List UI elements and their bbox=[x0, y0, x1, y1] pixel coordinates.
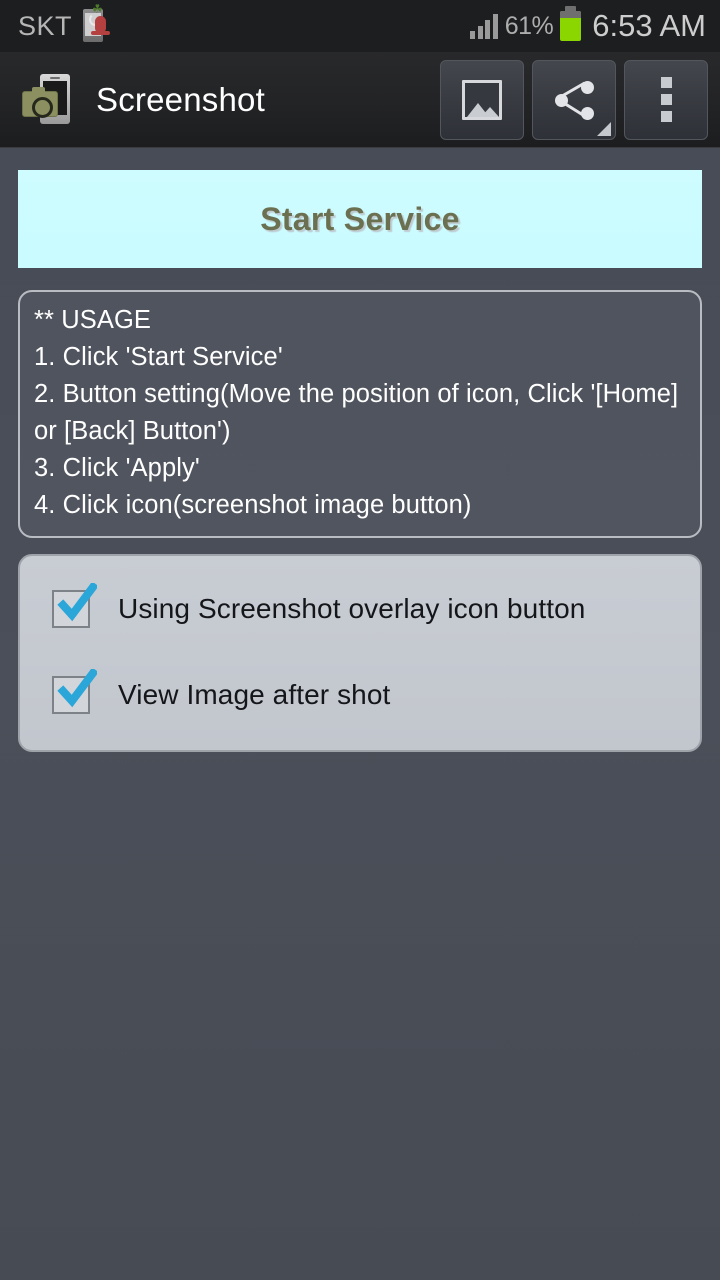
checkbox-overlay-icon[interactable] bbox=[52, 583, 97, 628]
overflow-menu-icon bbox=[660, 77, 672, 122]
main-content: Start Service ** USAGE 1. Click 'Start S… bbox=[0, 148, 720, 752]
option-label: Using Screenshot overlay icon button bbox=[118, 593, 586, 624]
start-service-button[interactable]: Start Service bbox=[18, 170, 702, 268]
checkmark-icon bbox=[57, 669, 97, 708]
gallery-button[interactable] bbox=[440, 59, 524, 140]
battery-percent-label: 61% bbox=[504, 11, 554, 40]
signal-bars-icon bbox=[470, 13, 498, 39]
option-label: View Image after shot bbox=[118, 679, 391, 710]
screenshot-app-icon bbox=[22, 72, 74, 128]
checkmark-icon bbox=[57, 583, 97, 622]
option-row-overlay-icon[interactable]: Using Screenshot overlay icon button bbox=[20, 578, 700, 640]
checkbox-view-image[interactable] bbox=[52, 669, 97, 714]
usage-instructions-panel: ** USAGE 1. Click 'Start Service' 2. But… bbox=[18, 290, 702, 538]
gallery-icon bbox=[462, 79, 502, 120]
usage-line: 1. Click 'Start Service' bbox=[34, 343, 283, 371]
share-button[interactable] bbox=[532, 59, 616, 140]
overflow-menu-button[interactable] bbox=[624, 59, 708, 140]
usage-line: 2. Button setting(Move the position of i… bbox=[34, 380, 679, 445]
usage-line: 4. Click icon(screenshot image button) bbox=[34, 491, 472, 519]
usage-line: 3. Click 'Apply' bbox=[34, 454, 200, 482]
action-bar: Screenshot bbox=[0, 52, 720, 148]
usage-line: ** USAGE bbox=[34, 306, 152, 334]
options-card: Using Screenshot overlay icon button Vie… bbox=[18, 554, 702, 752]
app-screen: SKT ☘ 61% 6:53 AM Screenshot Start Servi… bbox=[0, 0, 720, 1280]
status-bar-right: 61% 6:53 AM bbox=[470, 6, 706, 44]
page-title: Screenshot bbox=[96, 80, 265, 118]
status-bar-left: SKT ☘ bbox=[18, 3, 114, 46]
carrier-label: SKT bbox=[18, 10, 73, 41]
action-bar-buttons bbox=[440, 59, 708, 140]
option-spacer bbox=[20, 640, 700, 664]
status-bar: SKT ☘ 61% 6:53 AM bbox=[0, 0, 720, 52]
phone-mic-icon: ☘ bbox=[78, 3, 114, 46]
clock-label: 6:53 AM bbox=[592, 8, 706, 43]
share-dropdown-indicator-icon bbox=[597, 121, 611, 136]
battery-icon bbox=[560, 6, 582, 41]
share-icon bbox=[552, 78, 596, 122]
start-service-label: Start Service bbox=[260, 200, 460, 237]
option-row-view-image[interactable]: View Image after shot bbox=[20, 664, 700, 726]
